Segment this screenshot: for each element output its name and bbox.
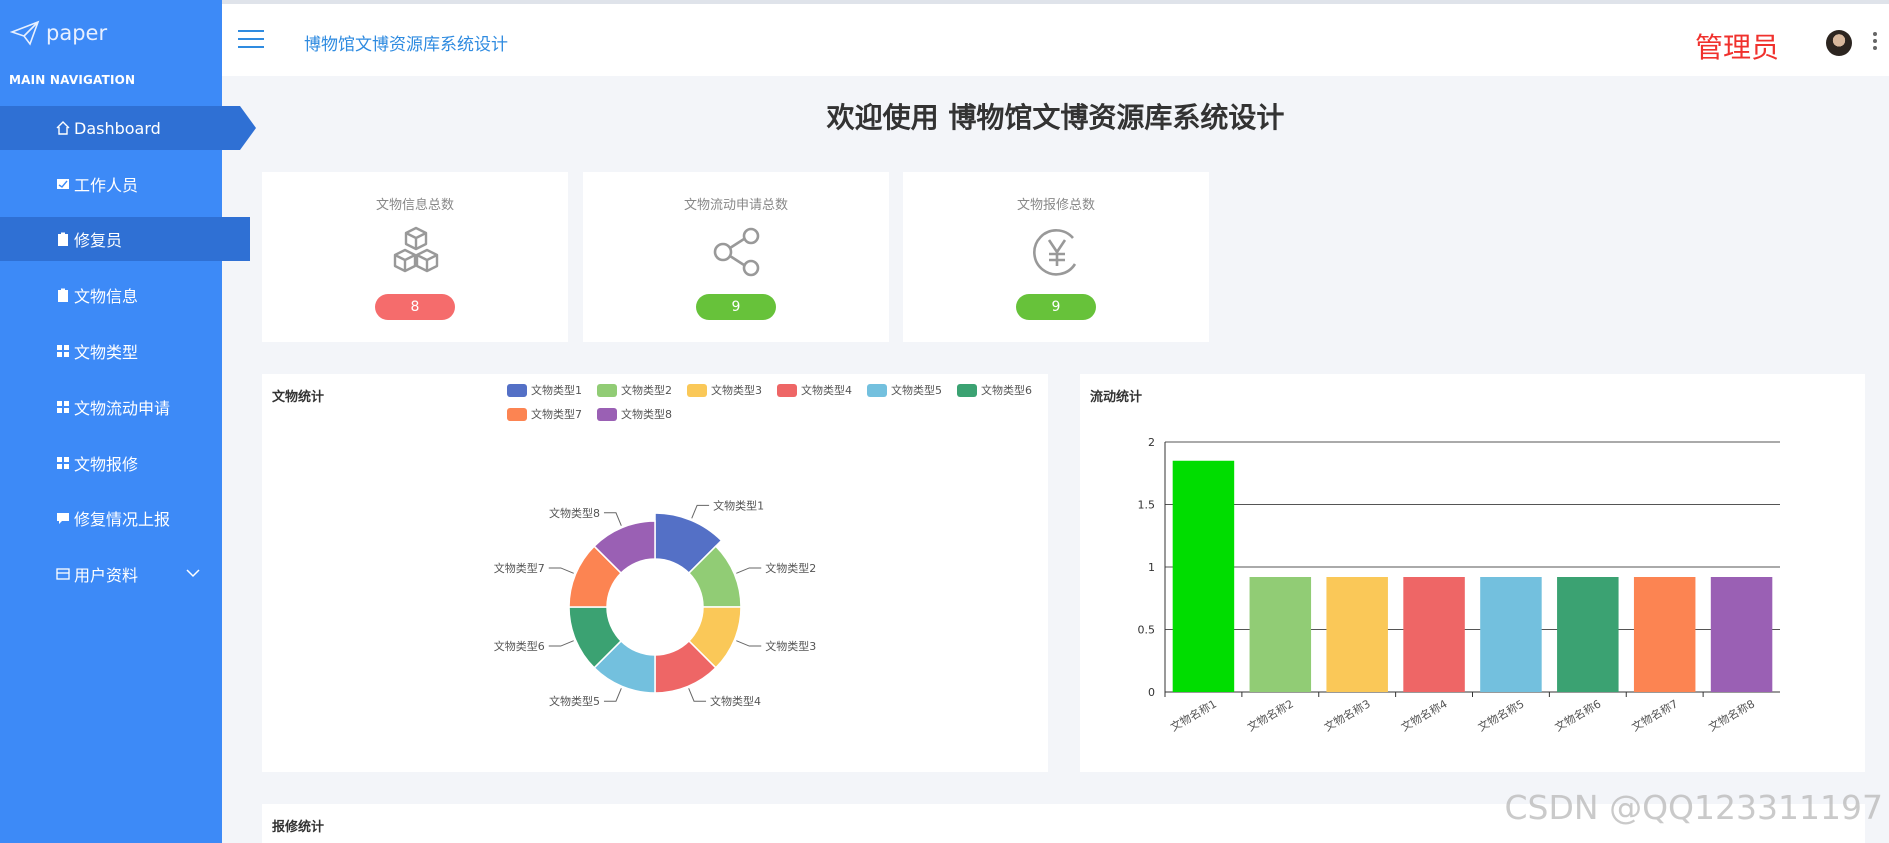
x-tick-label: 文物名称3: [1322, 696, 1373, 734]
label-leader-line: [603, 688, 622, 702]
sidebar-item-label: 文物流动申请: [74, 399, 171, 418]
user-role[interactable]: 管理员: [1695, 26, 1779, 66]
bar[interactable]: [1480, 577, 1542, 692]
slice-label: 文物类型8: [549, 506, 600, 520]
y-tick-label: 0.5: [1138, 624, 1156, 637]
bar[interactable]: [1710, 577, 1773, 692]
sidebar-item-label: Dashboard: [74, 118, 161, 138]
avatar[interactable]: [1826, 30, 1852, 56]
message-icon: [57, 513, 69, 524]
user-card-icon: [57, 179, 69, 189]
panel-title: 报修统计: [272, 820, 325, 835]
sidebar-item-label: 用户资料: [74, 566, 139, 585]
x-tick-label: 文物名称2: [1245, 696, 1296, 734]
slice-label: 文物类型7: [494, 561, 545, 575]
sidebar-item-label: 修复员: [74, 231, 123, 250]
sidebar-item-staff[interactable]: 工作人员: [0, 162, 222, 206]
sidebar-item-label: 文物信息: [74, 287, 139, 306]
sidebar-item-label: 文物类型: [74, 343, 139, 362]
slice-label: 文物类型2: [765, 561, 816, 575]
sidebar-item-relic-info[interactable]: 文物信息: [0, 273, 222, 317]
x-tick-label: 文物名称4: [1398, 696, 1449, 734]
bar[interactable]: [1172, 460, 1235, 692]
stat-label: 文物信息总数: [375, 198, 454, 213]
yuan-icon: [1033, 229, 1077, 276]
label-leader-line: [691, 504, 710, 519]
grid-icon: [57, 401, 69, 413]
stat-value-badge: 9: [696, 294, 776, 320]
bar[interactable]: [1403, 577, 1465, 692]
y-tick-label: 1: [1148, 561, 1155, 574]
pie-chart: 文物类型1 文物类型2 文物类型3 文物类型4 文物类型5 文物类型6 文物类型7 文物类型8: [494, 498, 816, 708]
x-tick-label: 文物名称8: [1706, 696, 1757, 734]
sidebar-item-repair-report[interactable]: 修复情况上报: [0, 496, 222, 540]
stat-label: 文物报修总数: [1016, 198, 1095, 213]
label-leader-line: [688, 688, 707, 702]
sidebar-item-relic-transfer[interactable]: 文物流动申请: [0, 385, 222, 429]
sidebar: paper MAIN NAVIGATION Dashboard 工作人员 修复员…: [0, 0, 256, 843]
logo-text: paper: [46, 21, 108, 45]
grid-icon: [57, 457, 69, 469]
bar[interactable]: [1557, 577, 1619, 692]
label-leader-line: [603, 512, 622, 526]
x-tick-label: 文物名称7: [1629, 696, 1680, 734]
transfer-stats-panel: 流动统计 0 0.5 1 1.5 2 文物名称1 文物名称2 文物名称3 文物名称4 文物名称5 文…: [1080, 374, 1865, 772]
sidebar-item-label: 修复情况上报: [74, 510, 171, 529]
top-header: 博物馆文博资源库系统设计 管理员: [222, 0, 1889, 76]
slice-label: 文物类型3: [765, 639, 816, 653]
stat-card-relic-info: 文物信息总数 8: [262, 172, 568, 342]
x-tick-label: 文物名称1: [1168, 696, 1219, 734]
menu-toggle-icon[interactable]: [238, 30, 264, 50]
bar[interactable]: [1633, 577, 1696, 692]
more-vertical-icon[interactable]: [1873, 32, 1879, 53]
label-leader-line: [736, 640, 762, 647]
slice-label: 文物类型4: [710, 694, 761, 708]
stat-card-transfer: 文物流动申请总数 9: [583, 172, 889, 342]
paper-plane-icon: [10, 20, 40, 46]
bar[interactable]: [1249, 577, 1312, 692]
bar-chart: 0 0.5 1 1.5 2 文物名称1 文物名称2 文物名称3 文物名称4 文物名称5 文物名称6 文…: [1138, 436, 1780, 734]
label-leader-line: [548, 567, 574, 574]
y-tick-label: 2: [1148, 436, 1155, 449]
stat-value-badge: 8: [375, 294, 455, 320]
clipboard-icon: [58, 232, 68, 246]
id-card-icon: [56, 568, 70, 580]
cubes-icon: [393, 226, 439, 273]
page-title: 欢迎使用 博物馆文博资源库系统设计: [826, 101, 1285, 134]
app-logo[interactable]: paper: [10, 20, 107, 46]
x-tick-label: 文物名称5: [1475, 696, 1526, 734]
sidebar-item-restorer[interactable]: 修复员: [0, 217, 250, 261]
sidebar-item-user-profile[interactable]: 用户资料: [0, 552, 222, 596]
y-tick-label: 1.5: [1138, 499, 1156, 512]
stat-value-badge: 9: [1016, 294, 1096, 320]
label-leader-line: [736, 567, 762, 574]
chevron-down-icon[interactable]: [186, 568, 200, 578]
home-icon: [56, 121, 70, 135]
sidebar-item-label: 文物报修: [74, 455, 139, 474]
sidebar-item-relic-repair[interactable]: 文物报修: [0, 441, 222, 485]
x-tick-label: 文物名称6: [1552, 696, 1603, 734]
nav-section-label: MAIN NAVIGATION: [9, 73, 136, 87]
watermark: CSDN @QQ123311197: [1504, 788, 1884, 827]
sidebar-item-label: 工作人员: [74, 176, 139, 195]
sidebar-item-dashboard[interactable]: Dashboard: [0, 106, 256, 150]
system-title: 博物馆文博资源库系统设计: [304, 35, 508, 55]
clipboard-icon: [58, 288, 68, 302]
share-icon: [713, 227, 760, 277]
stat-label: 文物流动申请总数: [683, 198, 788, 213]
sidebar-item-relic-type[interactable]: 文物类型: [0, 329, 222, 373]
relic-stats-panel: 文物统计 文物类型1 文物类型2 文物类型3 文物类型4 文物类型5 文物类型6 文物类型7…: [262, 374, 1048, 772]
stat-card-repair: 文物报修总数 9: [903, 172, 1209, 342]
slice-label: 文物类型5: [549, 694, 600, 708]
slice-label: 文物类型6: [494, 639, 545, 653]
bar[interactable]: [1326, 577, 1388, 692]
y-tick-label: 0: [1148, 686, 1155, 699]
slice-label: 文物类型1: [713, 498, 764, 512]
grid-icon: [57, 345, 69, 357]
label-leader-line: [548, 640, 574, 647]
